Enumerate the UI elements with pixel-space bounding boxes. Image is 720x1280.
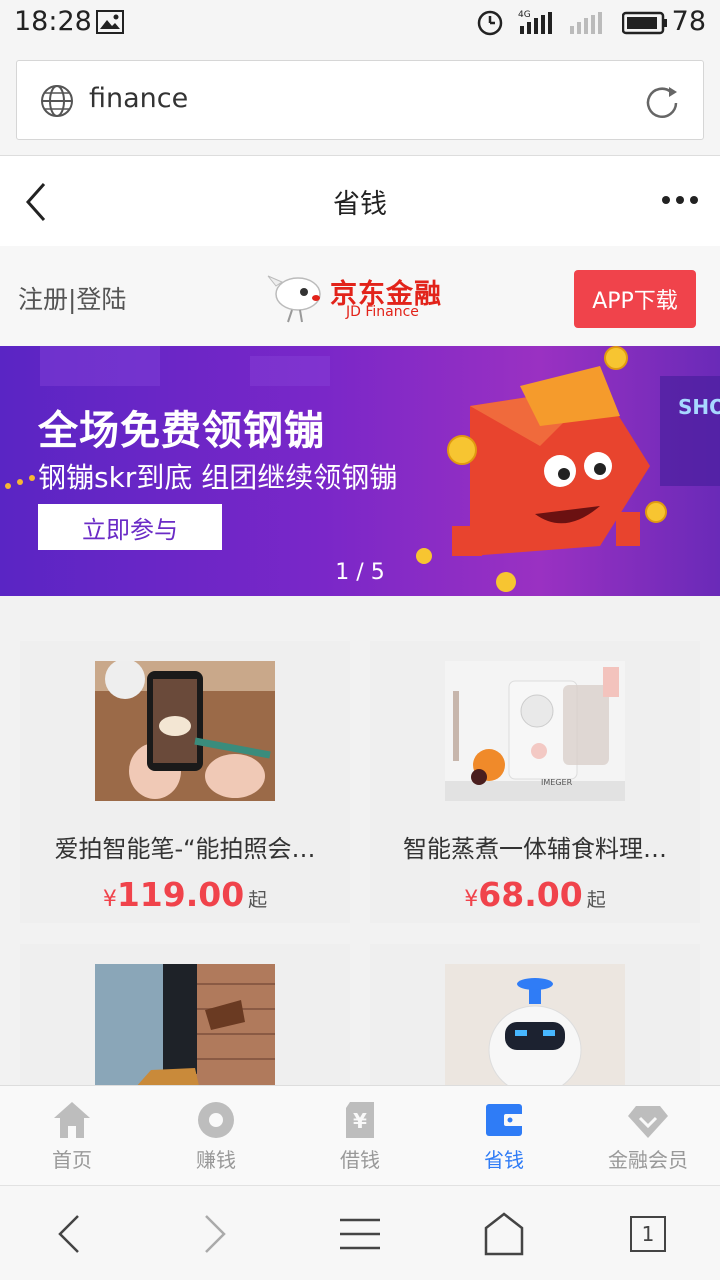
promo-banner[interactable]: SHO 全场免费领钢镚 钢镚skr到底 组团继续领钢镚 立即参与 1 / 5 [0,346,720,596]
page-title: 省钱 [333,189,387,220]
browser-forward-icon[interactable] [190,1210,238,1258]
tab-membership[interactable]: 金融会员 [576,1086,720,1186]
jd-finance-logo-en: JD Finance [346,304,419,320]
register-login-link[interactable]: 注册|登陆 [18,280,126,316]
price-value: 119.00 [116,875,245,914]
signal-icon [520,12,552,34]
product-card[interactable]: 爱拍智能笔-“能拍照会… ¥119.00 起 [20,641,350,923]
tab-earn[interactable]: 赚钱 [144,1086,288,1186]
loan-icon: ¥ [346,1102,374,1138]
tab-label: 省钱 [484,1148,524,1172]
price-suffix: 起 [586,889,606,911]
tab-label: 金融会员 [608,1148,688,1172]
image-notification-icon [96,10,124,34]
app-download-button[interactable]: APP下载 [574,270,696,328]
tab-save[interactable]: 省钱 [432,1086,576,1186]
tab-borrow[interactable]: ¥ 借钱 [288,1086,432,1186]
diamond-icon [628,1106,668,1138]
more-icon[interactable] [660,194,700,206]
banner-subline: 钢镚skr到底 组团继续领钢镚 [38,461,398,494]
browser-toolbar: 1 [0,1185,720,1280]
jd-finance-strip: 注册|登陆 京东金融 JD Finance APP下载 [0,246,720,346]
alarm-icon [477,10,503,36]
bottom-tab-bar: 首页 赚钱 ¥ 借钱 省钱 金融会员 [0,1085,720,1185]
coin-icon [198,1102,234,1138]
signal-weak-icon [570,12,602,34]
product-name: 智能蒸煮一体辅食料理… [403,835,667,863]
home-icon [54,1102,90,1138]
browser-back-icon[interactable] [46,1210,94,1258]
svg-text:¥: ¥ [353,1109,367,1133]
wallet-icon [486,1104,524,1136]
jd-mascot-icon [267,275,321,323]
svg-text:SHO: SHO [678,395,720,419]
product-card[interactable] [370,944,700,1085]
url-field[interactable]: finance [16,60,704,140]
product-image-boots [95,964,275,1085]
product-card[interactable] [20,944,350,1085]
product-price: ¥68.00 起 [370,875,700,914]
join-now-button[interactable]: 立即参与 [38,504,222,550]
browser-address-bar: finance [0,46,720,156]
reload-icon[interactable] [643,83,683,123]
product-name: 爱拍智能笔-“能拍照会… [54,835,316,863]
status-time: 18:28 [14,6,92,37]
tabs-switcher-button[interactable]: 1 [622,1210,670,1258]
tab-label: 借钱 [340,1148,380,1172]
banner-headline: 全场免费领钢镚 [38,408,325,454]
product-image-food-processor: IMEGER [445,661,625,801]
browser-home-icon[interactable] [480,1210,528,1258]
menu-icon[interactable] [336,1210,384,1258]
product-image-robot [445,964,625,1085]
product-price: ¥119.00 起 [20,875,350,914]
globe-icon [41,85,73,117]
battery-level: 78 [671,6,706,37]
price-suffix: 起 [248,889,268,911]
url-text: finance [89,83,189,114]
tabs-count: 1 [630,1216,666,1252]
banner-pager: 1 / 5 [335,560,385,585]
product-image-smart-pen [95,661,275,801]
page-header: 省钱 [0,156,720,246]
svg-text:IMEGER: IMEGER [541,778,573,787]
currency-symbol: ¥ [464,887,479,912]
tab-label: 赚钱 [196,1148,236,1172]
price-value: 68.00 [478,875,583,914]
currency-symbol: ¥ [102,887,117,912]
tab-label: 首页 [52,1148,92,1172]
tab-home[interactable]: 首页 [0,1086,144,1186]
status-bar: 18:28 4G 78 [0,0,720,46]
product-card[interactable]: IMEGER 智能蒸煮一体辅食料理… ¥68.00 起 [370,641,700,923]
battery-icon [622,11,667,35]
